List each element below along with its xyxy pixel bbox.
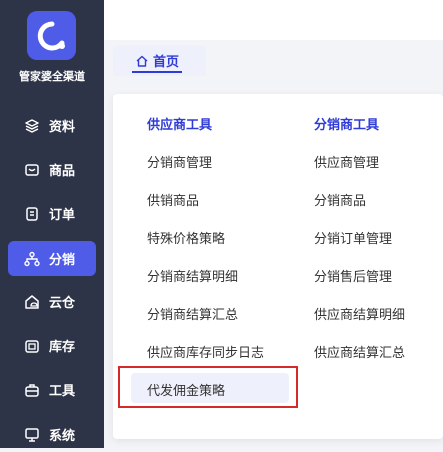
column-title-distributor-tools: 分销商工具	[314, 118, 380, 133]
sidebar: 管家婆全渠道 资料 商品 订单 分销 云仓 库存 工具 系统	[0, 0, 104, 448]
sidebar-item-ziliao[interactable]: 资料	[8, 108, 96, 143]
sidebar-item-label: 资料	[49, 120, 76, 135]
menu-item[interactable]: 分销商品	[314, 190, 366, 209]
document-icon	[22, 204, 42, 224]
monitor-icon	[22, 425, 42, 445]
menu-item[interactable]: 供应商结算汇总	[314, 342, 405, 361]
sidebar-item-label: 订单	[49, 208, 76, 223]
sidebar-item-gongju[interactable]: 工具	[8, 372, 96, 407]
menu-item[interactable]: 供应商结算明细	[314, 304, 405, 323]
sidebar-item-label: 库存	[49, 340, 76, 355]
top-bar	[104, 0, 443, 40]
cloud-warehouse-icon	[22, 292, 42, 312]
sidebar-item-label: 工具	[49, 384, 76, 399]
app-logo[interactable]	[27, 11, 76, 60]
sidebar-item-yuncang[interactable]: 云仓	[8, 284, 96, 319]
menu-item[interactable]: 供应商管理	[314, 152, 379, 171]
menu-item[interactable]: 分销商结算汇总	[147, 304, 238, 323]
sidebar-item-shangpin[interactable]: 商品	[8, 152, 96, 187]
menu-item[interactable]: 分销订单管理	[314, 228, 392, 247]
active-tab-indicator	[132, 71, 182, 73]
menu-item[interactable]: 分销售后管理	[314, 266, 392, 285]
menu-item[interactable]: 供销商品	[147, 190, 199, 209]
layers-icon	[22, 116, 42, 136]
menu-item[interactable]: 供应商库存同步日志	[147, 342, 264, 361]
home-icon	[135, 54, 149, 68]
sidebar-item-fenxiao[interactable]: 分销	[8, 241, 96, 276]
sidebar-item-label: 商品	[49, 164, 76, 179]
tab-label: 首页	[153, 55, 180, 70]
column-title-supplier-tools: 供应商工具	[147, 118, 213, 133]
sidebar-item-label: 云仓	[49, 296, 76, 311]
inventory-icon	[22, 336, 42, 356]
sidebar-item-label: 分销	[49, 253, 76, 268]
sidebar-item-label: 系统	[49, 429, 76, 444]
brand-name: 管家婆全渠道	[19, 70, 85, 83]
menu-item[interactable]: 分销商结算明细	[147, 266, 238, 285]
network-icon	[22, 249, 42, 269]
highlight-annotation-frame	[118, 366, 298, 408]
sidebar-item-xitong[interactable]: 系统	[8, 417, 96, 452]
sidebar-item-dingdan[interactable]: 订单	[8, 196, 96, 231]
menu-item[interactable]: 特殊价格策略	[147, 228, 225, 247]
box-icon	[22, 160, 42, 180]
menu-item[interactable]: 分销商管理	[147, 152, 212, 171]
sidebar-item-kucun[interactable]: 库存	[8, 328, 96, 363]
toolbox-icon	[22, 380, 42, 400]
logo-icon	[37, 21, 65, 50]
